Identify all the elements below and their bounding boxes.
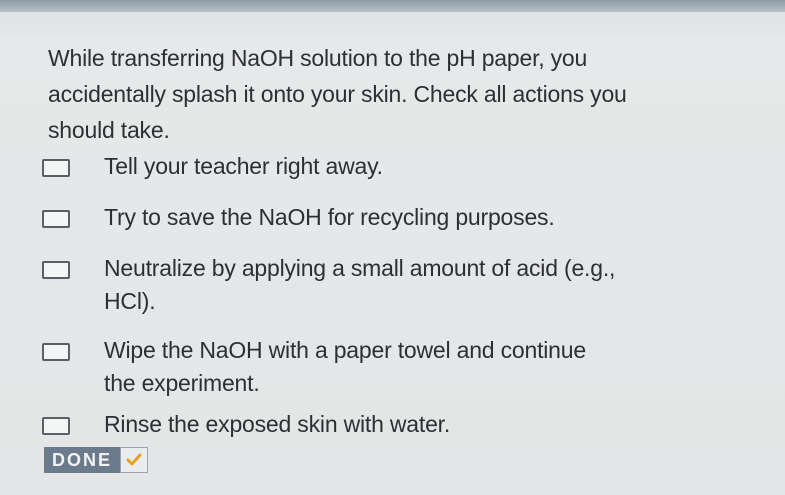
checkbox[interactable] [42, 261, 70, 279]
option-label: Tell your teacher right away. [104, 153, 383, 179]
done-label: DONE [44, 447, 121, 473]
checkbox[interactable] [42, 210, 70, 228]
option-neutralize[interactable]: Neutralize by applying a small amount of… [42, 252, 657, 318]
option-wipe[interactable]: Wipe the NaOH with a paper towel and con… [42, 334, 602, 400]
checkbox[interactable] [42, 343, 70, 361]
option-label: Wipe the NaOH with a paper towel and con… [104, 337, 586, 396]
top-bar [0, 0, 785, 12]
checkbox[interactable] [42, 159, 70, 177]
option-label: Rinse the exposed skin with water. [104, 411, 451, 437]
option-label: Try to save the NaOH for recycling purpo… [104, 204, 555, 230]
checkmark-icon [120, 447, 149, 473]
option-save-naoh[interactable]: Try to save the NaOH for recycling purpo… [42, 201, 682, 234]
question-text: While transferring NaOH solution to the … [48, 45, 627, 143]
option-tell-teacher[interactable]: Tell your teacher right away. [42, 150, 682, 183]
done-button[interactable]: DONE [44, 447, 149, 473]
option-rinse[interactable]: Rinse the exposed skin with water. [42, 408, 682, 441]
option-label: Neutralize by applying a small amount of… [104, 255, 616, 314]
checkbox[interactable] [42, 417, 70, 435]
question-panel: While transferring NaOH solution to the … [0, 12, 785, 495]
